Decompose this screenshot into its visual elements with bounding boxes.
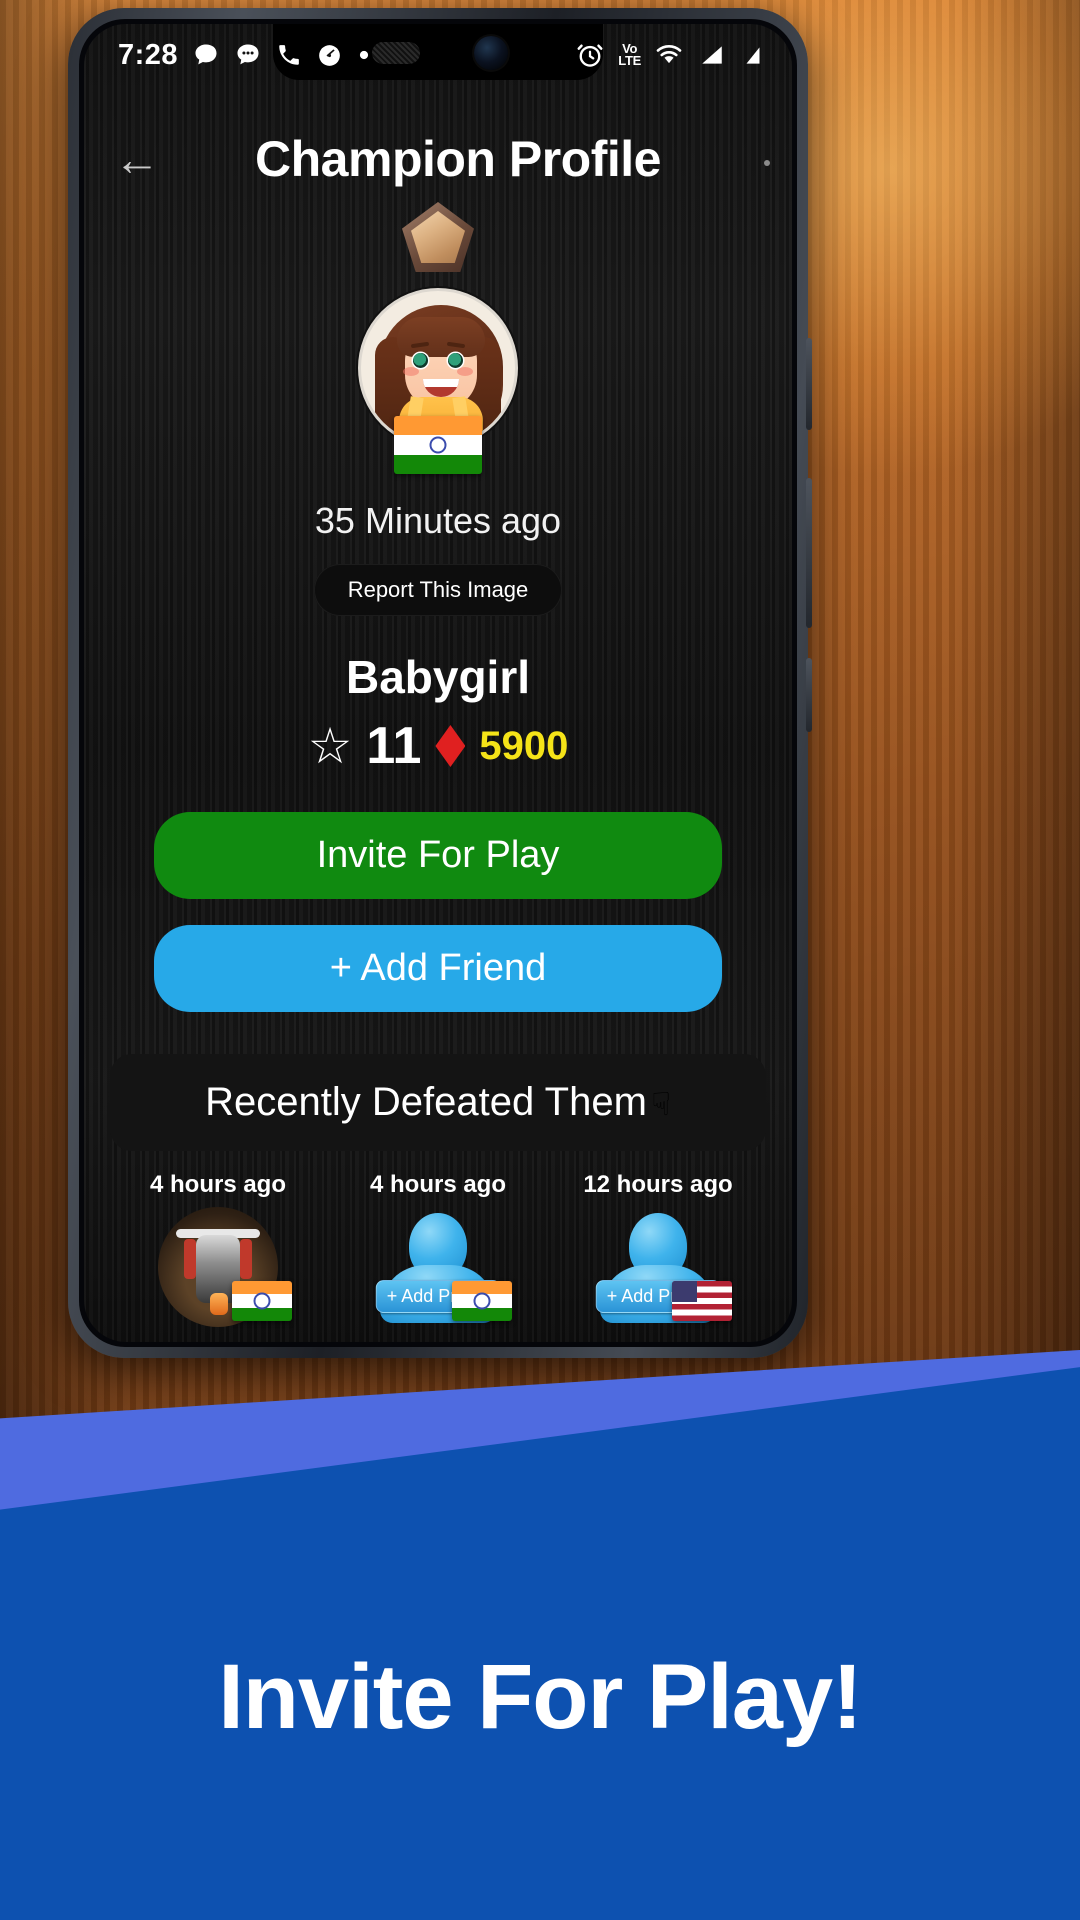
list-item[interactable]: 4 hours ago Amn3.. ☆ xyxy=(120,1171,316,1342)
phone-bezel: 7:28 Vo LTE ← Champion Profile 35 Minute… xyxy=(79,19,797,1347)
player-level: 11 xyxy=(366,717,422,775)
chat-bubble-icon xyxy=(195,44,217,65)
player-stats: ☆ 11 5900 xyxy=(84,720,792,772)
star-icon: ☆ xyxy=(307,718,353,774)
recently-defeated-header[interactable]: Recently Defeated Them ☟ xyxy=(110,1054,766,1151)
recently-defeated-title: Recently Defeated Them xyxy=(205,1080,647,1124)
promo-banner xyxy=(0,1350,1080,1920)
chat-dots-icon xyxy=(237,44,259,65)
volume-down-button[interactable] xyxy=(806,478,812,628)
volte-icon: Vo LTE xyxy=(618,41,641,68)
add-friend-button[interactable]: + Add Friend xyxy=(154,925,722,1012)
volume-up-button[interactable] xyxy=(806,338,812,430)
player-avatar[interactable]: + Add Profile xyxy=(592,1207,732,1327)
usa-flag-icon xyxy=(672,1281,732,1321)
diamond-icon xyxy=(435,725,466,767)
list-item[interactable]: 12 hours ago + Add Profile Jep.. xyxy=(560,1171,756,1342)
defeat-time: 4 hours ago xyxy=(149,1171,287,1198)
action-buttons: Invite For Play + Add Friend xyxy=(84,812,792,1012)
player-name: Babygirl xyxy=(345,651,531,703)
avatar[interactable] xyxy=(358,288,518,474)
phone-icon xyxy=(279,45,299,65)
player-coins: 5900 xyxy=(479,724,569,768)
battery-icon xyxy=(746,47,760,64)
list-item[interactable]: 4 hours ago + Add Profile Happy021.. xyxy=(340,1171,536,1342)
earpiece-speaker xyxy=(372,42,420,64)
phone-screen: 7:28 Vo LTE ← Champion Profile 35 Minute… xyxy=(84,24,792,1342)
player-name: Happy021.. xyxy=(340,1337,536,1342)
india-flag-icon xyxy=(232,1281,292,1321)
player-avatar[interactable]: + Add Profile xyxy=(372,1207,512,1327)
pointing-hand-icon: ☟ xyxy=(651,1086,671,1122)
status-bar-left: 7:28 xyxy=(118,39,371,72)
alarm-icon xyxy=(577,44,603,67)
status-bar: 7:28 Vo LTE xyxy=(84,24,792,86)
app-header: ← Champion Profile xyxy=(84,86,792,188)
defeat-time: 12 hours ago xyxy=(583,1171,733,1198)
promo-banner-text: Invite For Play! xyxy=(218,1646,863,1748)
defeat-time: 4 hours ago xyxy=(369,1171,507,1198)
wifi-icon xyxy=(656,44,682,64)
page-title: Champion Profile xyxy=(255,131,661,187)
status-bar-right: Vo LTE xyxy=(575,40,766,70)
india-flag-icon xyxy=(452,1281,512,1321)
player-name: Jep.. xyxy=(560,1337,756,1342)
last-seen-text: 35 Minutes ago xyxy=(314,500,562,541)
volte-line-2: LTE xyxy=(618,53,641,68)
rank-badge-icon xyxy=(402,202,474,272)
report-image-button[interactable]: Report This Image xyxy=(313,564,563,616)
phone-frame: 7:28 Vo LTE ← Champion Profile 35 Minute… xyxy=(68,8,812,1358)
speedometer-icon xyxy=(319,44,340,66)
power-button[interactable] xyxy=(806,658,812,732)
india-flag-icon xyxy=(394,416,482,474)
header-dot-icon xyxy=(764,160,770,166)
player-name: Amn3.. xyxy=(120,1337,316,1342)
front-camera xyxy=(474,36,508,70)
dot-icon xyxy=(359,50,369,60)
invite-for-play-button[interactable]: Invite For Play xyxy=(154,812,722,899)
promo-poster: 7:28 Vo LTE ← Champion Profile 35 Minute… xyxy=(0,0,1080,1920)
defeated-players-list: 4 hours ago Amn3.. ☆ xyxy=(84,1151,792,1342)
player-avatar[interactable] xyxy=(152,1207,292,1327)
signal-icon xyxy=(702,46,722,64)
status-clock: 7:28 xyxy=(118,38,179,71)
